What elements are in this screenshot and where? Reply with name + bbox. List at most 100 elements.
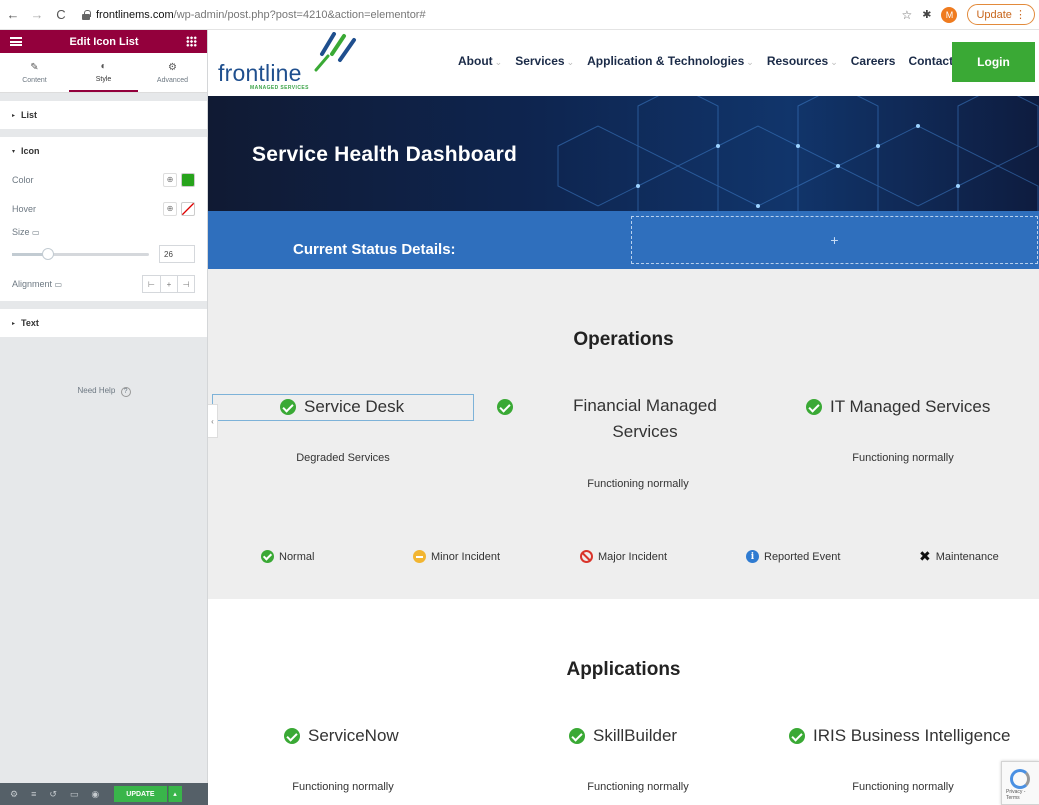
logo-subtitle: MANAGED SERVICES [250, 85, 309, 91]
hover-color-swatch[interactable] [181, 201, 195, 216]
plus-icon: + [830, 232, 839, 248]
operations-title: Operations [573, 329, 674, 350]
legend-label: Reported Event [764, 550, 841, 563]
global-colors-icon[interactable]: ⊕ [163, 201, 177, 216]
minus-circle-icon [413, 550, 426, 563]
service-item: Service Desk [280, 397, 404, 417]
need-help-link[interactable]: Need Help ? [0, 386, 208, 397]
nav-application-technologies[interactable]: Application & Technologies ⌄ [587, 54, 754, 68]
url-domain: frontlinems.com [96, 9, 174, 21]
nav-label: Services [515, 54, 565, 68]
url-path: /wp-admin/post.php?post=4210&action=elem… [173, 9, 426, 21]
panel-tabs: ✎ Content ◐ Style ⚙ Advanced [0, 53, 207, 93]
update-button[interactable]: UPDATE [114, 786, 167, 802]
check-circle-icon [569, 728, 585, 744]
chevron-down-icon: ⌄ [494, 57, 503, 67]
control-label: Color [12, 174, 34, 185]
add-section-dropzone[interactable]: + [631, 216, 1038, 264]
check-circle-icon [806, 399, 822, 415]
align-right-icon[interactable]: ⊣ [177, 276, 194, 292]
update-options-caret-icon[interactable]: ▴ [167, 786, 182, 802]
applications-section: Applications ServiceNow Functioning norm… [208, 599, 1039, 805]
check-circle-icon [284, 728, 300, 744]
legend-item: ✖ Maintenance [919, 548, 999, 564]
panel-title: Edit Icon List [69, 35, 139, 48]
legend-item: i Reported Event [746, 550, 840, 563]
slider-handle[interactable] [41, 247, 54, 260]
site-header: frontline MANAGED SERVICES About ⌄ Servic… [208, 30, 1039, 96]
history-icon[interactable]: ↺ [49, 789, 57, 800]
legend-label: Normal [279, 550, 315, 563]
service-name: ServiceNow [308, 726, 399, 745]
nav-label: Resources [766, 54, 829, 68]
section-text[interactable]: ▸ Text [0, 309, 207, 337]
navigator-icon[interactable]: ≡ [31, 789, 36, 799]
tab-style[interactable]: ◐ Style [69, 53, 138, 92]
section-label: Icon [21, 146, 40, 156]
forward-arrow-icon[interactable]: → [26, 4, 48, 26]
service-status: Functioning normally [852, 452, 954, 464]
lock-icon [82, 10, 91, 20]
recaptcha-icon [1010, 769, 1030, 789]
site-logo[interactable]: frontline MANAGED SERVICES [218, 32, 368, 92]
legend-item: Normal [261, 550, 314, 563]
half-circle-icon: ◐ [100, 60, 107, 72]
back-arrow-icon[interactable]: ← [2, 4, 24, 26]
panel-header: Edit Icon List [0, 30, 207, 53]
alignment-buttons: ⊢ + ⊣ [142, 275, 195, 293]
login-button[interactable]: Login [952, 42, 1035, 82]
recaptcha-badge[interactable]: Privacy - Terms [1001, 761, 1039, 805]
gear-icon: ⚙ [168, 61, 177, 73]
service-status: Functioning normally [587, 781, 689, 793]
tools-icon: ✖ [919, 548, 931, 564]
desktop-icon[interactable]: ▭ [32, 228, 40, 237]
align-left-icon[interactable]: ⊢ [143, 276, 160, 292]
legend-item: Minor Incident [413, 550, 500, 563]
nav-resources[interactable]: Resources ⌄ [767, 54, 838, 68]
reload-icon[interactable]: C [50, 4, 72, 26]
global-colors-icon[interactable]: ⊕ [163, 172, 177, 187]
section-list[interactable]: ▸ List [0, 101, 207, 129]
desktop-icon[interactable]: ▭ [55, 280, 63, 289]
caret-right-icon: ▸ [12, 320, 16, 327]
size-slider[interactable] [12, 247, 149, 260]
star-icon[interactable]: ☆ [901, 8, 912, 22]
menu-icon[interactable] [10, 37, 22, 46]
service-status: Functioning normally [852, 781, 954, 793]
nav-about[interactable]: About ⌄ [458, 54, 502, 68]
browser-update-button[interactable]: Update ⋮ [967, 4, 1035, 25]
site-preview: frontline MANAGED SERVICES About ⌄ Servic… [208, 30, 1039, 805]
legend-label: Minor Incident [431, 550, 501, 563]
nav-contact[interactable]: Contact [908, 54, 953, 68]
settings-icon[interactable]: ⚙ [10, 789, 18, 800]
tab-advanced[interactable]: ⚙ Advanced [138, 53, 207, 92]
responsive-icon[interactable]: ▭ [70, 789, 79, 800]
nav-services[interactable]: Services ⌄ [515, 54, 574, 68]
extensions-icon[interactable]: ✱ [922, 8, 931, 21]
service-item: IRIS Business Intelligence [789, 726, 1011, 746]
hero-banner: Service Health Dashboard [208, 96, 1039, 211]
need-help-label: Need Help [77, 386, 116, 395]
align-center-icon[interactable]: + [160, 276, 177, 292]
service-status: Functioning normally [292, 781, 394, 793]
tab-content[interactable]: ✎ Content [0, 53, 69, 92]
color-swatch[interactable] [181, 172, 195, 187]
widgets-grid-icon[interactable] [186, 36, 197, 47]
profile-avatar[interactable]: M [941, 6, 958, 23]
pencil-icon: ✎ [30, 61, 39, 73]
service-item: ServiceNow [284, 726, 399, 746]
check-circle-icon [789, 728, 805, 744]
section-label: Text [21, 318, 39, 328]
size-input[interactable]: 26 [159, 245, 195, 263]
check-circle-icon [261, 550, 274, 563]
address-bar[interactable]: frontlinems.com /wp-admin/post.php?post=… [82, 4, 962, 26]
nav-careers[interactable]: Careers [851, 54, 896, 68]
section-icon-header[interactable]: ▾ Icon [12, 137, 195, 165]
preview-eye-icon[interactable]: ◉ [91, 789, 99, 800]
collapse-panel-chevron-icon[interactable]: ‹ [208, 404, 218, 438]
color-control: Color ⊕ [12, 165, 195, 194]
legend-item: Major Incident [580, 550, 667, 563]
nav-label: Application & Technologies [587, 54, 745, 68]
info-circle-icon: i [746, 550, 759, 563]
recaptcha-text: Privacy - Terms [1006, 789, 1026, 801]
